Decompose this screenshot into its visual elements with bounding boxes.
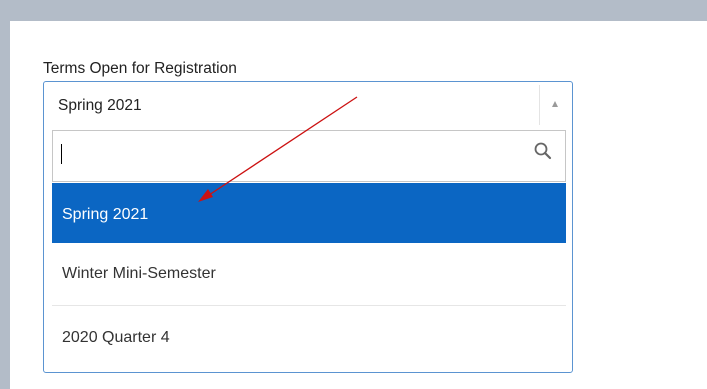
- terms-field-label: Terms Open for Registration: [43, 60, 237, 77]
- term-option-label: 2020 Quarter 4: [62, 329, 170, 346]
- term-option-label: Winter Mini-Semester: [62, 265, 216, 282]
- terms-selected-value[interactable]: Spring 2021: [58, 97, 142, 115]
- page-frame-top: [0, 0, 707, 21]
- term-option-spring-2021[interactable]: Spring 2021: [52, 183, 566, 243]
- term-option-2020-quarter-4[interactable]: 2020 Quarter 4: [52, 307, 566, 369]
- option-search-input[interactable]: [52, 130, 566, 182]
- triangle-up-icon[interactable]: [552, 101, 558, 107]
- dropdown-arrow-divider: [539, 85, 540, 125]
- text-caret: [61, 144, 62, 164]
- term-option-winter-mini-semester[interactable]: Winter Mini-Semester: [52, 243, 566, 306]
- page-frame-left: [0, 0, 10, 389]
- magnifier-icon[interactable]: [533, 141, 553, 161]
- term-option-label: Spring 2021: [62, 206, 149, 223]
